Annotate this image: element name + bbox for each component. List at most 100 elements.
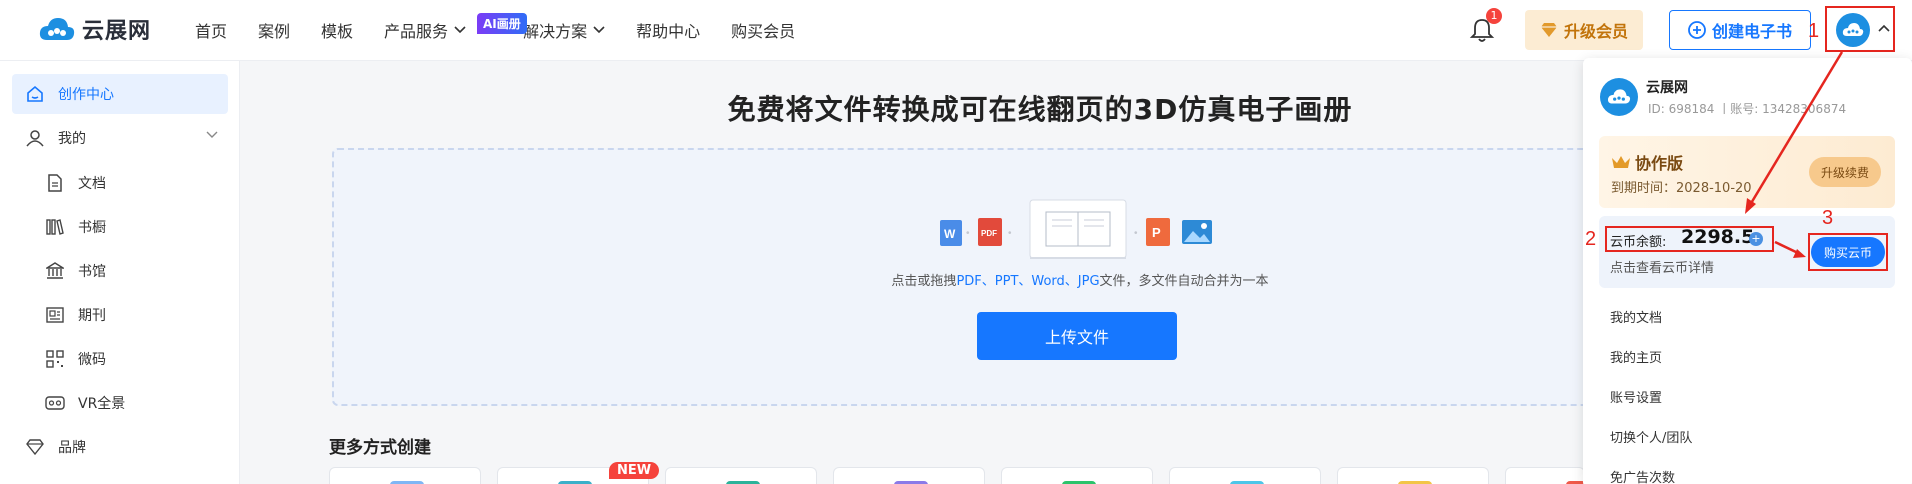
cloud-avatar-icon [1842, 23, 1864, 36]
svg-text:P: P [1152, 225, 1161, 240]
sidebar-item-bookshelf[interactable]: 书橱 [12, 207, 228, 247]
svg-text:•: • [966, 228, 970, 239]
vr-icon [44, 392, 66, 414]
ppt-icon: P [1146, 218, 1170, 246]
avatar[interactable] [1836, 13, 1870, 47]
journal-icon [44, 304, 66, 326]
nav-help[interactable]: 帮助中心 [636, 18, 700, 42]
svg-text:W: W [944, 227, 956, 241]
create-option-card[interactable] [665, 467, 817, 484]
create-option-card[interactable] [833, 467, 985, 484]
cloud-logo-icon [39, 18, 75, 40]
create-ebook-button[interactable]: 创建电子书 [1669, 10, 1811, 50]
nav-products[interactable]: 产品服务 [384, 18, 466, 42]
create-option-card[interactable] [329, 467, 481, 484]
hint-formats: PDF、PPT、Word、JPG [956, 274, 1100, 289]
nav-templates[interactable]: 模板 [321, 18, 353, 42]
create-option-card[interactable] [1001, 467, 1153, 484]
sidebar-item-brand[interactable]: 品牌 [12, 427, 228, 467]
crown-icon [1612, 156, 1630, 168]
sidebar-item-qrcode[interactable]: 微码 [12, 339, 228, 379]
sidebar-item-creation-center[interactable]: 创作中心 [12, 74, 228, 114]
coin-detail-link[interactable]: 点击查看云币详情 [1610, 257, 1714, 276]
notification-badge: 1 [1486, 8, 1502, 24]
create-option-card[interactable] [1337, 467, 1489, 484]
cloud-avatar-icon [1607, 89, 1631, 104]
book-icon [1029, 199, 1127, 259]
nav-solutions[interactable]: 解决方案 [523, 18, 605, 42]
diamond-icon [24, 436, 46, 458]
sidebar-item-mine[interactable]: 我的 [12, 118, 228, 158]
sidebar-item-label: 书馆 [78, 264, 106, 280]
top-header: 云展网 首页 案例 模板 产品服务 解决方案 帮助中心 购买会员 AI画册 1 … [0, 0, 1912, 61]
new-badge: NEW [609, 462, 660, 479]
sidebar-item-library[interactable]: 书馆 [12, 251, 228, 291]
coin-balance-label: 云币余额: [1610, 235, 1667, 250]
chevron-down-icon [454, 26, 466, 34]
menu-ad-free-count[interactable]: 免广告次数 [1610, 467, 1675, 484]
qrcode-icon [44, 348, 66, 370]
sidebar-item-label: 文档 [78, 176, 106, 192]
nav-solutions-label: 解决方案 [523, 22, 588, 41]
buy-coins-button[interactable]: 购买云币 [1811, 237, 1885, 267]
file-types-illustration: W • PDF • • P [940, 199, 1212, 259]
dropdown-account-id: ID: 698184 丨账号: 13428306874 [1648, 102, 1847, 116]
chevron-down-icon [206, 131, 218, 138]
create-option-card[interactable] [1505, 467, 1586, 484]
upgrade-renew-button[interactable]: 升级续费 [1809, 157, 1881, 187]
chevron-up-icon[interactable] [1878, 24, 1890, 32]
nav-cases[interactable]: 案例 [258, 18, 290, 42]
menu-my-homepage[interactable]: 我的主页 [1610, 347, 1662, 366]
annotation-number-2: 2 [1585, 228, 1597, 250]
coin-balance-value: 2298.5 [1681, 226, 1755, 248]
hint-suffix: 文件，多文件自动合并为一本 [1099, 274, 1269, 289]
sidebar-item-documents[interactable]: 文档 [12, 163, 228, 203]
coin-plus-icon[interactable]: + [1749, 232, 1763, 246]
plus-circle-icon [1688, 21, 1706, 39]
sidebar-item-vr[interactable]: VR全景 [12, 383, 228, 423]
menu-account-settings[interactable]: 账号设置 [1610, 387, 1662, 406]
diamond-icon [1540, 23, 1557, 37]
vip-expire: 到期时间：2028-10-20 [1611, 181, 1752, 196]
annotation-number-3: 3 [1822, 207, 1834, 229]
sidebar-item-label: 我的 [58, 131, 86, 147]
more-creation-title: 更多方式创建 [329, 438, 431, 458]
dropdown-avatar [1600, 78, 1638, 116]
page-title: 免费将文件转换成可在线翻页的3D仿真电子画册 [727, 93, 1353, 126]
sidebar-item-label: 微码 [78, 352, 106, 368]
word-icon: W [940, 220, 962, 246]
document-icon [44, 172, 66, 194]
vip-title: 协作版 [1611, 150, 1683, 174]
logo[interactable]: 云展网 [38, 13, 151, 45]
create-label: 创建电子书 [1711, 22, 1792, 41]
sidebar-item-label: 品牌 [58, 440, 86, 456]
upload-hint: 点击或拖拽PDF、PPT、Word、JPG文件，多文件自动合并为一本 [820, 270, 1340, 289]
menu-switch-team[interactable]: 切换个人/团队 [1610, 427, 1692, 446]
nav-home[interactable]: 首页 [195, 18, 227, 42]
vip-title-label: 协作版 [1635, 154, 1684, 173]
home-icon [24, 83, 46, 105]
ai-badge[interactable]: AI画册 [477, 13, 527, 34]
sidebar-item-label: 书橱 [78, 220, 106, 236]
hint-prefix: 点击或拖拽 [891, 274, 957, 289]
upgrade-member-button[interactable]: 升级会员 [1525, 10, 1643, 50]
image-icon [1182, 220, 1212, 244]
library-icon [44, 260, 66, 282]
user-icon [24, 127, 46, 149]
logo-text: 云展网 [82, 19, 152, 44]
sidebar-item-label: 创作中心 [58, 87, 114, 103]
create-option-card[interactable] [1169, 467, 1321, 484]
sidebar-item-journal[interactable]: 期刊 [12, 295, 228, 335]
dropdown-username: 云展网 [1646, 80, 1688, 96]
annotation-number-1: 1 [1808, 20, 1820, 42]
menu-my-documents[interactable]: 我的文档 [1610, 307, 1662, 326]
svg-text:PDF: PDF [981, 229, 997, 238]
page: 云展网 首页 案例 模板 产品服务 解决方案 帮助中心 购买会员 AI画册 1 … [0, 0, 1912, 484]
sidebar-item-label: VR全景 [78, 396, 126, 412]
svg-text:•: • [1134, 228, 1138, 239]
sidebar-item-label: 期刊 [78, 308, 106, 324]
upgrade-label: 升级会员 [1563, 22, 1628, 41]
upload-file-button[interactable]: 上传文件 [977, 312, 1177, 360]
nav-buy-member[interactable]: 购买会员 [731, 18, 795, 42]
sidebar: 创作中心 我的 文档 书橱 书馆 期刊 微码 VR全景 品牌 [0, 61, 240, 484]
